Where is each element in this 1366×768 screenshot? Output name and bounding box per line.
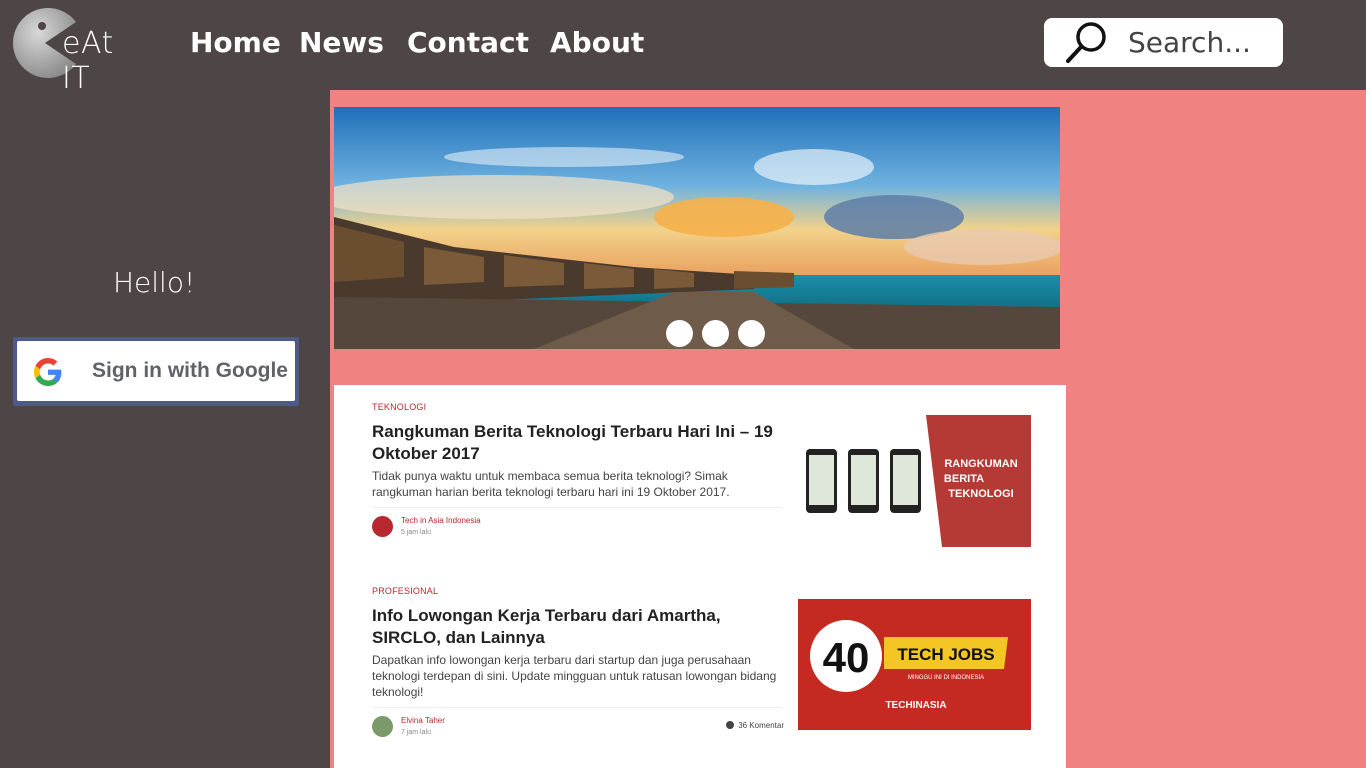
article-thumbnail[interactable]: 40 TECH JOBS MINGGU INI DI INDONESIA TEC… <box>798 599 1031 730</box>
comment-count-text: 36 Komentar <box>738 721 784 730</box>
greeting-text: Hello! <box>113 266 196 299</box>
article-category[interactable]: TEKNOLOGI <box>372 402 1032 412</box>
thumb-text-1: RANGKUMAN <box>944 458 1017 470</box>
resort-sunset-image <box>334 107 1060 349</box>
article-divider <box>372 507 782 508</box>
thumb-brand: TECHINASIA <box>885 700 946 711</box>
slider-dots <box>666 320 765 347</box>
nav-home[interactable]: Home <box>190 26 281 59</box>
nav-news[interactable]: News <box>299 26 384 59</box>
comment-icon <box>726 721 735 729</box>
comment-count[interactable]: 36 Komentar <box>726 721 784 730</box>
thumb-subtitle: MINGGU INI DI INDONESIA <box>908 675 984 681</box>
article-time: 7 jam lalu <box>401 729 431 736</box>
slider-dot-1[interactable] <box>666 320 693 347</box>
article-description: Tidak punya waktu untuk membaca semua be… <box>372 469 730 499</box>
google-signin-button[interactable]: Sign in with Google <box>17 341 295 401</box>
article-title[interactable]: Rangkuman Berita Teknologi Terbaru Hari … <box>372 421 782 465</box>
article-description: Dapatkan info lowongan kerja terbaru dar… <box>372 653 777 699</box>
article-meta: Elvina Taher 7 jam lalu 36 Komentar <box>372 714 784 744</box>
site-logo[interactable]: eAt IT <box>10 8 150 96</box>
article-author[interactable]: Tech in Asia Indonesia <box>401 516 481 525</box>
article-thumbnail-image: 40 TECH JOBS MINGGU INI DI INDONESIA TEC… <box>798 599 1031 730</box>
article-title[interactable]: Info Lowongan Kerja Terbaru dari Amartha… <box>372 605 782 649</box>
image-slider <box>334 107 1060 349</box>
article-meta: Tech in Asia Indonesia 5 jam lalu <box>372 514 784 544</box>
thumb-text-2: BERITA <box>944 473 984 485</box>
thumb-headline: TECH JOBS <box>897 645 994 664</box>
search-box[interactable] <box>1044 18 1283 67</box>
search-input[interactable] <box>1128 24 1278 60</box>
news-feed: TEKNOLOGI Rangkuman Berita Teknologi Ter… <box>334 385 1066 768</box>
article-thumbnail[interactable]: RANGKUMAN BERITA TEKNOLOGI <box>804 415 1031 547</box>
slider-dot-2[interactable] <box>702 320 729 347</box>
nav-about[interactable]: About <box>550 26 644 59</box>
article-divider <box>372 707 782 708</box>
google-logo-icon <box>34 358 62 386</box>
search-icon[interactable] <box>1064 20 1110 66</box>
article-author[interactable]: Elvina Taher <box>401 716 445 725</box>
thumb-text-3: TEKNOLOGI <box>948 488 1013 500</box>
author-avatar[interactable] <box>372 516 393 537</box>
author-avatar[interactable] <box>372 716 393 737</box>
article-time: 5 jam lalu <box>401 529 431 536</box>
slider-dot-3[interactable] <box>738 320 765 347</box>
thumb-number: 40 <box>823 634 870 681</box>
logo-text: eAt IT <box>62 26 114 96</box>
google-signin-label: Sign in with Google <box>92 359 288 382</box>
article-thumbnail-image: RANGKUMAN BERITA TEKNOLOGI <box>804 415 1031 547</box>
main-content: TEKNOLOGI Rangkuman Berita Teknologi Ter… <box>330 90 1366 768</box>
nav-contact[interactable]: Contact <box>407 26 529 59</box>
article-category[interactable]: PROFESIONAL <box>372 586 1032 596</box>
google-signin-focus-ring: Sign in with Google <box>13 337 299 406</box>
